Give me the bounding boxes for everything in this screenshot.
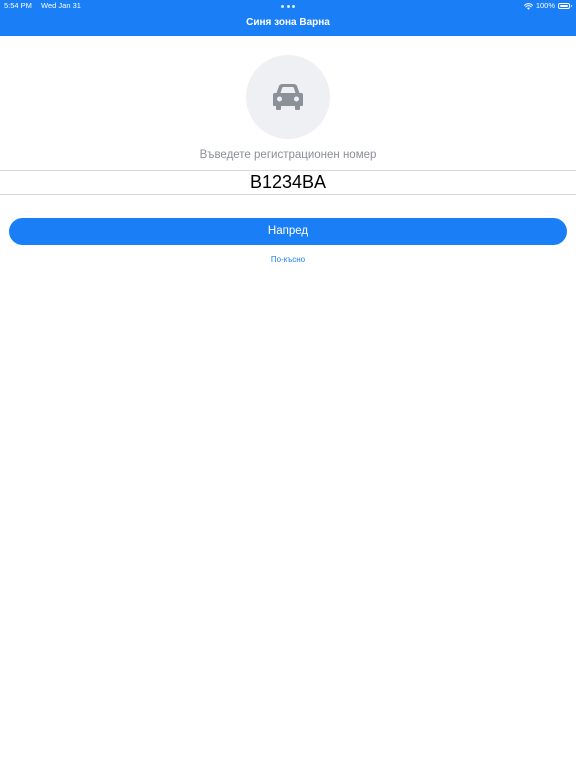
car-avatar (246, 55, 330, 139)
next-button[interactable]: Напред (9, 218, 567, 245)
car-icon (273, 84, 303, 110)
plate-prompt: Въведете регистрационен номер (199, 149, 377, 161)
nav-title: Синя зона Варна (246, 17, 330, 28)
wifi-icon (523, 2, 533, 10)
status-bar-right: 100% (523, 1, 572, 11)
battery-percentage: 100% (535, 1, 555, 10)
multitasking-dots-icon[interactable] (281, 5, 295, 8)
status-time: 5:54 PM (4, 1, 32, 10)
status-bar-left: 5:54 PM Wed Jan 31 (4, 1, 88, 11)
header: 5:54 PM Wed Jan 31 100% Синя зона Варна (0, 0, 576, 36)
status-date: Wed Jan 31 (41, 1, 81, 10)
screen: 5:54 PM Wed Jan 31 100% Синя зона Варна (0, 0, 576, 768)
plate-number-input[interactable]: B1234BA (0, 170, 576, 195)
battery-icon (558, 3, 572, 9)
later-link[interactable]: По-късно (0, 255, 576, 265)
